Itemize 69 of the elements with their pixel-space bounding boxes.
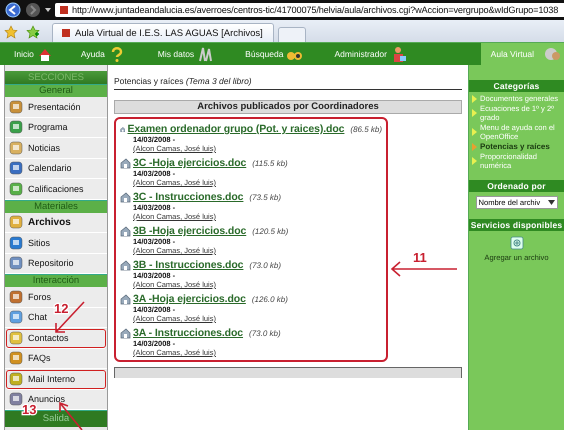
file-size: (73.0 kb) (249, 328, 281, 338)
sidebar-item[interactable]: FAQs (5, 348, 107, 369)
browser-tab[interactable]: Aula Virtual de I.E.S. LAS AGUAS [Archivos] (52, 23, 274, 42)
add-favorite-icon[interactable] (26, 25, 40, 39)
nav-item[interactable]: Inicio (10, 43, 59, 65)
nav-item[interactable]: Búsqueda (241, 43, 308, 65)
add-file-icon (508, 235, 524, 251)
file-link[interactable]: 3B - Instrucciones.doc (133, 259, 244, 271)
file-link[interactable]: 3C - Instrucciones.doc (133, 191, 244, 203)
sidebar-item[interactable]: Sitios (5, 233, 107, 254)
section-header: Materiales (5, 200, 107, 212)
section-heading: Archivos publicados por Coordinadores (114, 100, 462, 114)
address-bar[interactable]: http://www.juntadeandalucia.es/averroes/centros-tic/41700075/helvia/aula/archivos.cgi?wAccion=vergrupo&wIdGrupo=1038 (55, 3, 564, 17)
section-icon (8, 391, 24, 408)
sidebar-item[interactable]: Mail Interno (5, 369, 107, 390)
page-icon (59, 5, 69, 15)
section-icon (8, 180, 24, 197)
section-header: General (5, 84, 107, 97)
file-size: (73.0 kb) (249, 260, 281, 270)
file-size: (126.0 kb) (252, 294, 288, 304)
file-link[interactable]: 3C -Hoja ejercicios.doc (133, 157, 246, 169)
section-icon (8, 214, 24, 230)
section-icon (8, 350, 24, 366)
sidebar-item[interactable]: Archivos (5, 212, 107, 233)
section-icon (8, 288, 24, 305)
section-header: Interacción (5, 274, 107, 287)
sidebar-item[interactable]: Repositorio (5, 254, 107, 274)
nav-item[interactable]: Mis datos (154, 43, 220, 65)
file-size: (120.5 kb) (252, 226, 288, 236)
file-link[interactable]: 3B -Hoja ejercicios.doc (133, 225, 246, 237)
back-icon[interactable] (4, 2, 22, 18)
section-icon (8, 98, 24, 115)
forward-icon[interactable] (25, 2, 41, 18)
section-icon (8, 234, 24, 251)
section-icon (8, 160, 24, 176)
file-size: (115.5 kb) (252, 158, 288, 168)
favorites-star-icon[interactable] (4, 25, 18, 39)
sidebar-item[interactable]: Contactos (5, 328, 107, 348)
nav-icon (544, 46, 562, 62)
panel-heading: Ordenado por (469, 180, 564, 192)
file-size: (86.5 kb) (350, 124, 382, 134)
file-size: (73.5 kb) (249, 192, 281, 202)
page-icon (61, 28, 71, 38)
annotation-arrow (390, 261, 458, 277)
tab-title: Aula Virtual de I.E.S. LAS AGUAS [Archivos] (75, 28, 263, 38)
file-link[interactable]: 3A - Instrucciones.doc (133, 327, 244, 339)
dropdown-caret-icon (548, 200, 554, 205)
sidebar-item[interactable]: Presentación (5, 97, 107, 118)
category-link[interactable]: Potencias y raíces (472, 142, 562, 151)
sidebar-item[interactable]: Calificaciones (5, 179, 107, 200)
nav-item[interactable]: Ayuda (76, 43, 130, 65)
sidebar-item[interactable]: Programa (5, 118, 107, 138)
section-icon (8, 370, 24, 387)
file-link[interactable]: Examen ordenador grupo (Pot. y raices).doc (127, 123, 344, 135)
annotation-arrow (55, 301, 85, 333)
breadcrumb: Potencias y raíces (Tema 3 del libro) (114, 65, 462, 90)
panel-heading: Servicios disponibles (469, 219, 564, 231)
sidebar-title: SECCIONES (5, 71, 107, 84)
section-icon (8, 119, 24, 136)
section-icon (8, 140, 24, 156)
nav-item[interactable]: Administrador (330, 43, 412, 65)
section-icon (8, 255, 24, 272)
sidebar-item[interactable]: Calendario (5, 158, 107, 179)
annotation-number: 11 (413, 250, 427, 265)
section-icon (8, 309, 24, 326)
sidebar-item[interactable]: Noticias (5, 138, 107, 158)
section-icon (8, 330, 24, 346)
panel-heading: Categorías (469, 80, 564, 92)
file-link[interactable]: 3A -Hoja ejercicios.doc (133, 293, 246, 305)
